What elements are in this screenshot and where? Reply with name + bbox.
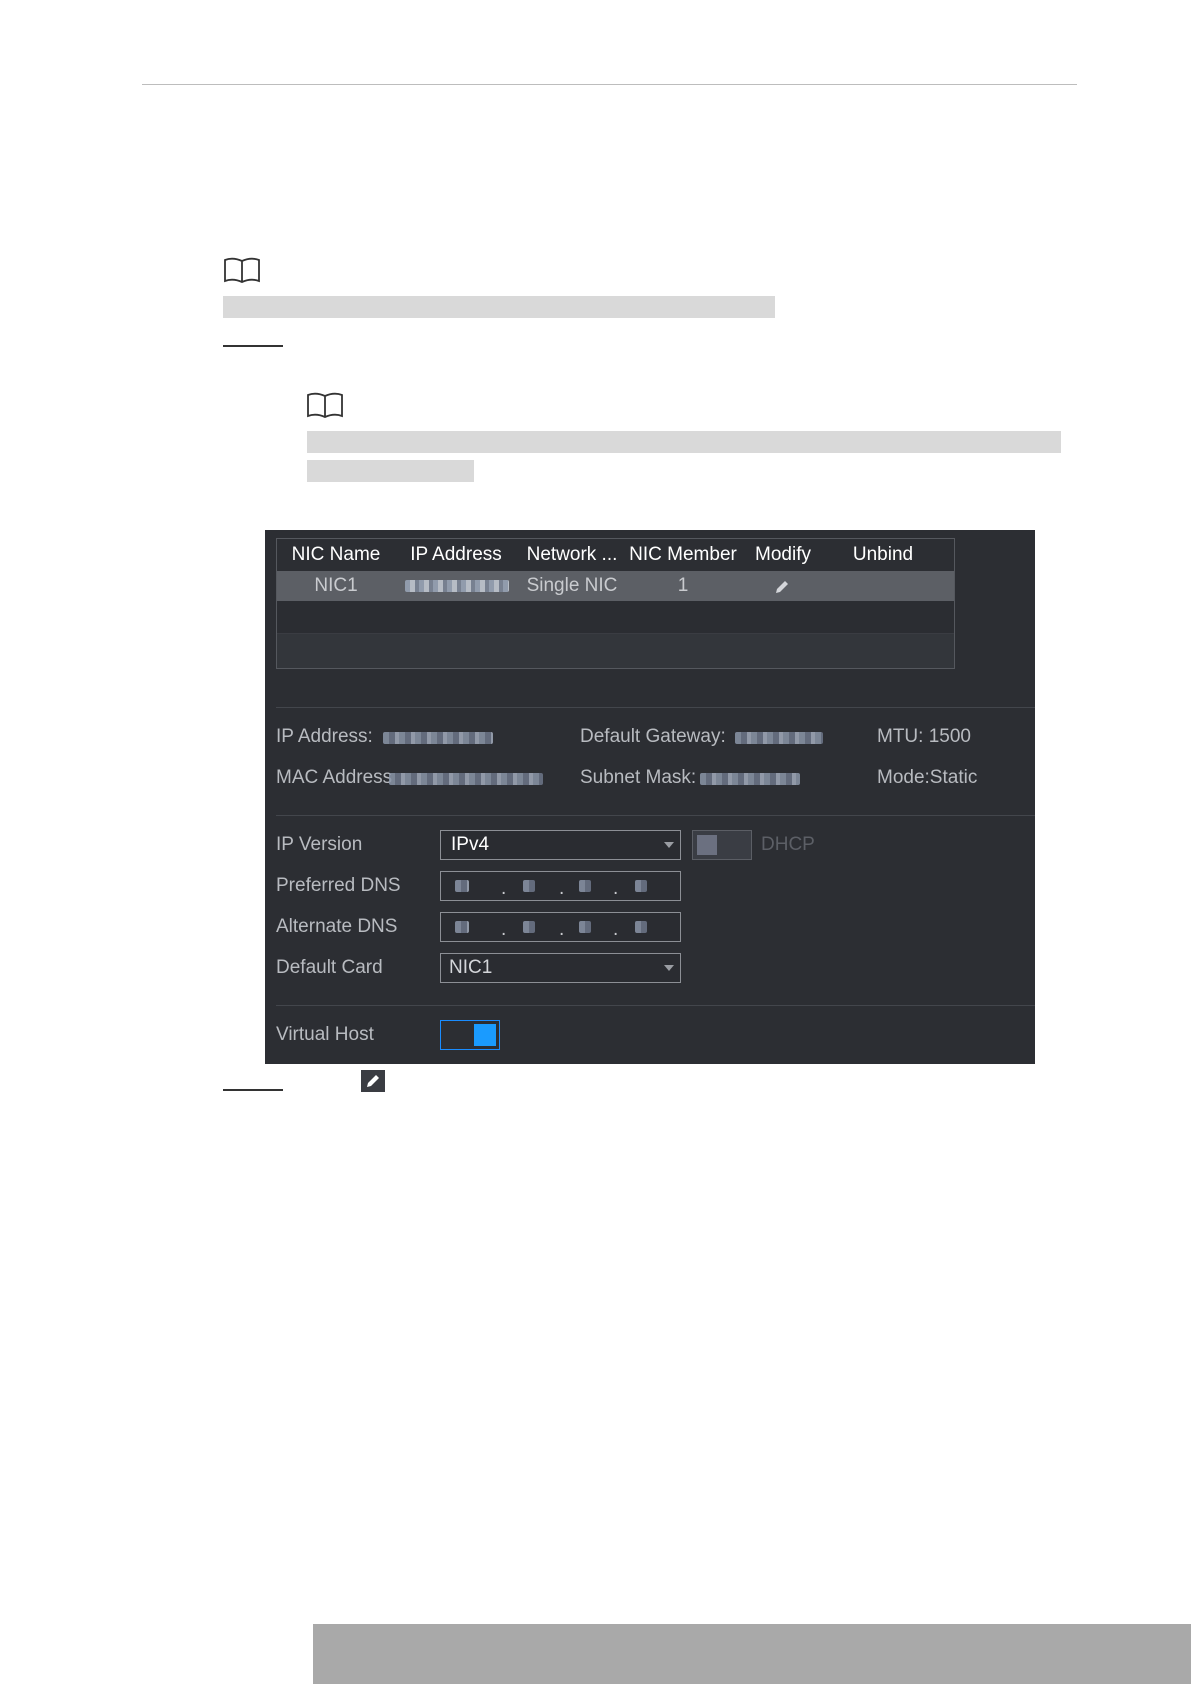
col-nic-name: NIC Name	[291, 544, 381, 565]
dns-octet-redacted	[635, 921, 647, 933]
chevron-down-icon	[664, 842, 674, 848]
pencil-icon[interactable]	[772, 577, 792, 597]
dns-octet-redacted	[579, 921, 591, 933]
dns-octet-redacted	[455, 880, 469, 892]
divider	[276, 815, 1035, 816]
header-rule	[142, 84, 1077, 85]
virtual-host-label: Virtual Host	[276, 1024, 374, 1045]
alternate-dns-input[interactable]: . . .	[440, 912, 681, 942]
redacted-note-text	[223, 296, 775, 318]
dns-octet-redacted	[635, 880, 647, 892]
mac-address-value-redacted	[389, 773, 543, 785]
redacted-note-text	[307, 431, 1061, 453]
virtual-host-toggle[interactable]	[440, 1020, 500, 1050]
default-card-select[interactable]: NIC1	[440, 953, 681, 983]
subnet-mask-label: Subnet Mask:	[580, 767, 697, 788]
dns-octet-redacted	[523, 921, 535, 933]
pencil-icon	[361, 1070, 385, 1092]
ip-address-value-redacted	[383, 732, 493, 744]
table-row-empty	[277, 601, 954, 634]
dns-octet-redacted	[523, 880, 535, 892]
network-mode-cell: Single NIC	[526, 575, 618, 596]
table-row-empty	[277, 634, 954, 668]
dns-octet-redacted	[455, 921, 469, 933]
nic-name-cell: NIC1	[314, 575, 358, 596]
ip-version-value: IPv4	[451, 834, 490, 855]
default-card-label: Default Card	[276, 957, 383, 978]
col-ip-address: IP Address	[410, 544, 502, 565]
alternate-dns-label: Alternate DNS	[276, 916, 398, 937]
toggle-knob	[474, 1024, 496, 1046]
subnet-mask-value-redacted	[700, 773, 800, 785]
divider	[276, 707, 1035, 708]
ip-address-label: IP Address:	[276, 726, 373, 747]
book-icon	[306, 391, 344, 424]
dns-octet-redacted	[579, 880, 591, 892]
preferred-dns-label: Preferred DNS	[276, 875, 401, 896]
chevron-down-icon	[664, 965, 674, 971]
redacted-note-text	[307, 460, 474, 482]
toggle-knob	[697, 835, 717, 855]
col-modify: Modify	[755, 544, 811, 565]
col-unbind: Unbind	[852, 544, 914, 565]
col-nic-member: NIC Member	[629, 544, 737, 565]
book-icon	[223, 256, 261, 289]
dhcp-label: DHCP	[761, 834, 815, 855]
col-network-mode: Network ...	[526, 544, 618, 565]
default-gateway-value-redacted	[735, 732, 823, 744]
ip-version-label: IP Version	[276, 834, 363, 855]
footer-bar	[313, 1624, 1191, 1684]
mtu-value: MTU: 1500	[877, 726, 971, 747]
step-label-underline	[223, 1089, 283, 1091]
step-label-underline	[223, 345, 283, 347]
mac-address-label: MAC Address	[276, 767, 393, 788]
mode-value: Mode:Static	[877, 767, 978, 788]
ip-version-select[interactable]: IPv4	[440, 830, 681, 860]
network-settings-panel: NIC Name IP Address Network ... NIC Memb…	[265, 530, 1035, 1064]
default-gateway-label: Default Gateway:	[580, 726, 726, 747]
nic-table: NIC Name IP Address Network ... NIC Memb…	[276, 538, 955, 669]
nic-member-cell: 1	[677, 575, 689, 596]
ip-address-cell-redacted	[405, 580, 509, 592]
divider	[276, 1005, 1035, 1006]
preferred-dns-input[interactable]: . . .	[440, 871, 681, 901]
table-row[interactable]: NIC1 Single NIC 1	[277, 571, 954, 601]
default-card-value: NIC1	[449, 957, 493, 978]
dhcp-toggle[interactable]	[692, 830, 752, 860]
